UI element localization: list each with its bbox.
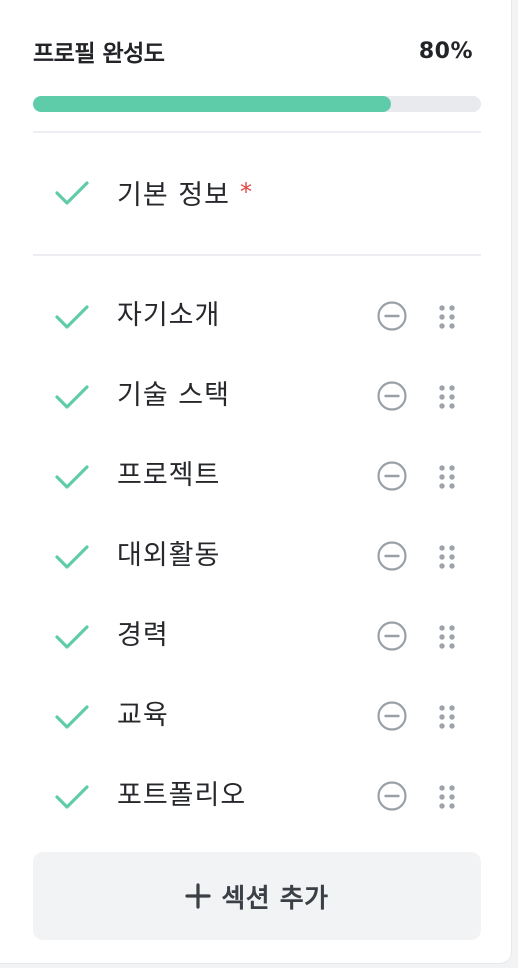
minus-circle-icon[interactable] <box>376 460 408 492</box>
section-row[interactable]: 교육 <box>33 686 481 746</box>
check-icon <box>55 705 89 729</box>
section-row[interactable]: 대외활동 <box>33 526 481 586</box>
check-icon <box>55 181 89 205</box>
minus-circle-icon[interactable] <box>376 780 408 812</box>
divider <box>33 131 481 133</box>
check-icon <box>55 545 89 569</box>
section-label: 교육 <box>117 700 169 731</box>
drag-handle-icon[interactable] <box>434 462 460 492</box>
section-label: 프로젝트 <box>117 460 221 491</box>
minus-circle-icon[interactable] <box>376 300 408 332</box>
profile-completion-percent: 80% <box>418 38 473 64</box>
section-row[interactable]: 자기소개 <box>33 286 481 346</box>
drag-handle-icon[interactable] <box>434 622 460 652</box>
section-label: 기본 정보 * <box>117 162 253 222</box>
plus-icon <box>185 883 211 909</box>
section-label: 기술 스택 <box>117 380 230 411</box>
profile-completion-title: 프로필 완성도 <box>33 41 165 67</box>
profile-completion-card: 프로필 완성도 80% 기본 정보 * 자기소개기술 스택프로젝트대외활동경력교육… <box>0 0 512 964</box>
check-icon <box>55 785 89 809</box>
minus-circle-icon[interactable] <box>376 620 408 652</box>
add-section-label: 섹션 추가 <box>221 883 329 914</box>
section-label: 경력 <box>117 620 169 651</box>
minus-circle-icon[interactable] <box>376 540 408 572</box>
profile-progress-bar <box>33 96 481 112</box>
check-icon <box>55 305 89 329</box>
section-row[interactable]: 기술 스택 <box>33 366 481 426</box>
profile-header: 프로필 완성도 80% <box>33 34 473 68</box>
check-icon <box>55 465 89 489</box>
drag-handle-icon[interactable] <box>434 542 460 572</box>
section-label: 포트폴리오 <box>117 780 247 811</box>
drag-handle-icon[interactable] <box>434 702 460 732</box>
drag-handle-icon[interactable] <box>434 382 460 412</box>
profile-progress-fill <box>33 96 392 112</box>
section-row[interactable]: 포트폴리오 <box>33 766 481 826</box>
check-icon <box>55 625 89 649</box>
divider <box>33 254 481 256</box>
drag-handle-icon[interactable] <box>434 782 460 812</box>
section-label-text: 기본 정보 <box>117 180 230 211</box>
minus-circle-icon[interactable] <box>376 380 408 412</box>
drag-handle-icon[interactable] <box>434 302 460 332</box>
section-row-basic-info[interactable]: 기본 정보 * <box>33 162 481 222</box>
minus-circle-icon[interactable] <box>376 700 408 732</box>
check-icon <box>55 385 89 409</box>
section-label: 자기소개 <box>117 300 221 331</box>
required-mark: * <box>239 178 253 206</box>
section-label: 대외활동 <box>117 540 221 571</box>
section-row[interactable]: 프로젝트 <box>33 446 481 506</box>
section-row[interactable]: 경력 <box>33 606 481 666</box>
add-section-button[interactable]: 섹션 추가 <box>33 852 481 940</box>
